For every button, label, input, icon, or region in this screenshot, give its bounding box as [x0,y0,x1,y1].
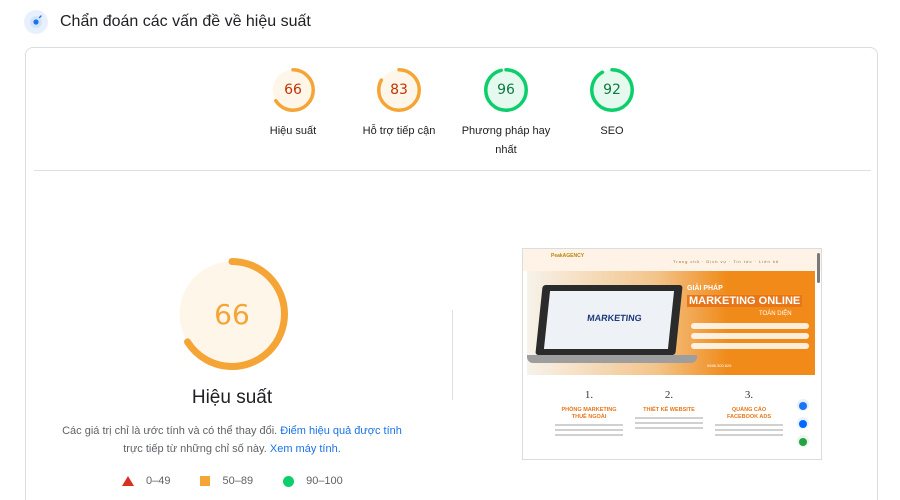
service-title-line2: THUÊ NGOÀI [571,414,607,420]
scrollbar [817,253,820,283]
text-line [715,429,783,431]
laptop-image: MARKETING [535,285,683,355]
gauge-label: Hỗ trợ tiếp cận [362,125,436,137]
site-logo: PeakAGENCY [551,253,585,259]
hero-bullet [691,323,809,329]
site-hero-banner: MARKETING GIẢI PHÁP MARKETING ONLINE TOÀ… [527,271,815,375]
phone-icon[interactable] [797,435,809,447]
hero-line2: MARKETING ONLINE [687,295,803,307]
service-title: PHÒNG MARKETING THUÊ NGOÀI [549,407,629,421]
laptop-word: MARKETING [586,313,643,323]
gauge-label: Phương pháp hay nhất [462,122,551,160]
site-nav: Trang chủ · Dịch vụ · Tin tức · Liên hệ [673,259,780,264]
hero-bullet [691,333,809,339]
hero-line3: TOÀN DIỆN [759,311,792,317]
service-number: 3. [744,389,754,401]
gauge-ring: 66 [271,68,315,112]
service-title: THIẾT KẾ WEBSITE [629,407,709,414]
lighthouse-icon [24,10,48,34]
square-icon [200,476,211,486]
performance-description: Các giá trị chỉ là ước tính và có thể th… [52,422,412,458]
service-title-line1: THIẾT KẾ WEBSITE [643,407,695,413]
laptop-screen: MARKETING [543,291,675,349]
gauge-performance[interactable]: 66 Hiệu suất [233,68,353,141]
gauge-label: Hiệu suất [269,125,317,137]
hero-phone: 0946.300.626 [707,363,732,368]
text-line [555,424,623,426]
service-column: 2. THIẾT KẾ WEBSITE [629,389,709,429]
circle-icon [283,475,295,487]
zalo-icon[interactable] [797,417,809,429]
performance-gauge-large: 66 [176,258,288,370]
gauge-ring: 96 [484,68,528,112]
desc-text: Các giá trị chỉ là ước tính và có thể th… [62,425,278,437]
hero-bullet [691,343,809,349]
gauge-score: 96 [497,82,515,98]
text-line [715,434,783,436]
gauge-label-line1: Phương pháp hay [461,125,551,137]
text-line [715,424,783,426]
page-screenshot[interactable]: PeakAGENCY Trang chủ · Dịch vụ · Tin tức… [522,248,822,460]
gauge-ring: 92 [590,68,634,112]
legend-range: 90–100 [306,475,343,487]
service-number: 2. [664,389,674,401]
text-line [635,422,703,424]
gauge-score: 83 [390,82,408,98]
laptop-base [527,355,697,363]
service-number: 1. [584,389,594,401]
service-column: 3. QUẢNG CÁO FACEBOOK ADS [709,389,789,436]
service-title: QUẢNG CÁO FACEBOOK ADS [709,407,789,421]
legend-range: 50–89 [222,475,254,487]
messenger-icon[interactable] [797,399,809,411]
desc-text-2: trực tiếp từ những chỉ số này. [123,443,267,455]
gauge-label: SEO [600,125,624,137]
legend-range: 0–49 [146,475,171,487]
legend-pass: 90–100 [283,475,343,487]
text-line [555,434,623,436]
gauge-score: 66 [284,82,302,98]
service-title-line1: PHÒNG MARKETING [561,407,617,413]
gauge-score: 92 [603,82,621,98]
text-line [635,417,703,419]
gauge-accessibility[interactable]: 83 Hỗ trợ tiếp cận [339,68,459,141]
view-calculator-link[interactable]: Xem máy tính. [270,443,341,455]
score-calculation-link[interactable]: Điểm hiệu quả được tính [280,425,402,437]
service-title-line2: FACEBOOK ADS [726,414,772,420]
section-header: Chẩn đoán các vấn đề về hiệu suất [24,8,311,36]
section-title: Chẩn đoán các vấn đề về hiệu suất [60,13,311,30]
text-line [555,429,623,431]
text-line [635,427,703,429]
legend-average: 50–89 [200,475,253,487]
triangle-icon [122,476,134,486]
site-navbar: PeakAGENCY Trang chủ · Dịch vụ · Tin tức… [523,249,821,271]
legend-fail: 0–49 [122,475,170,487]
service-title-line1: QUẢNG CÁO [731,407,767,413]
service-column: 1. PHÒNG MARKETING THUÊ NGOÀI [549,389,629,436]
hero-line1: GIẢI PHÁP [687,285,723,292]
gauge-seo[interactable]: 92 SEO [552,68,672,141]
report-card: 66 Hiệu suất 83 Hỗ trợ tiếp cận 96 Phươn… [25,47,878,500]
divider [34,170,871,171]
category-gauges: 66 Hiệu suất 83 Hỗ trợ tiếp cận 96 Phươn… [26,48,877,168]
performance-score: 66 [214,297,250,331]
gauge-ring: 83 [377,68,421,112]
gauge-best-practices[interactable]: 96 Phương pháp hay nhất [446,68,566,160]
gauge-label-line2: nhất [495,144,517,156]
vertical-divider [452,310,453,400]
score-legend: 0–49 50–89 90–100 [122,475,373,487]
performance-title: Hiệu suất [191,387,273,408]
